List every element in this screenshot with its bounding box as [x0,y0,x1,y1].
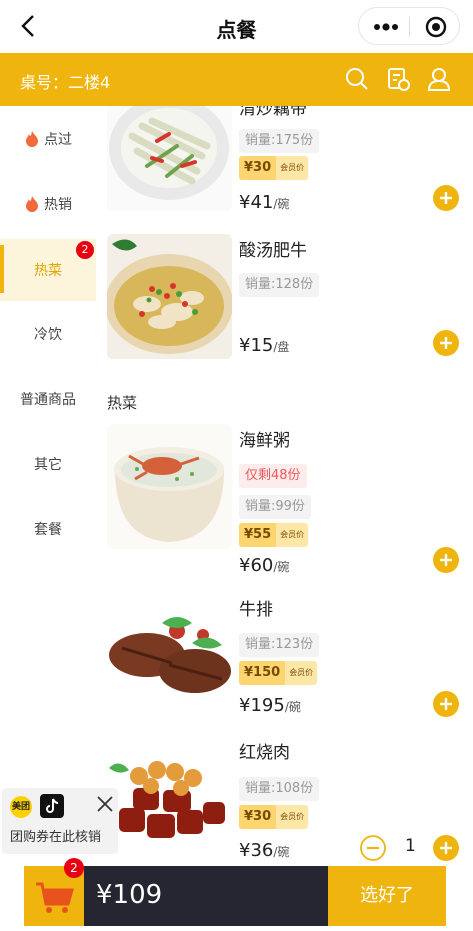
dish-image [107,234,232,359]
category-item-regular[interactable]: 普通商品 [0,369,96,429]
user-icon[interactable] [426,66,452,92]
price-value: ¥60 [239,555,274,576]
cart-button[interactable]: 2 [24,858,84,926]
member-price: ¥30 [239,156,277,180]
price-value: ¥41 [239,192,274,213]
category-item-hot-sale[interactable]: 热销 [0,174,96,234]
fire-icon [26,196,38,212]
category-item-cold-drinks[interactable]: 冷饮 [0,304,96,364]
price-unit: /碗 [273,845,290,859]
member-price-tag: ¥55 会员价 [239,523,309,547]
dish-name: 酸汤肥牛 [239,241,307,261]
member-price-tag: ¥30 会员价 [239,156,309,180]
coupon-text: 团购券在此核销 [10,830,102,845]
category-item-hot-dishes[interactable]: 热菜 2 [0,239,96,301]
dish-list: 清炒藕带 销量:175份 ¥30 会员价 ¥41/碗 酸汤肥牛 销量:128份 … [96,106,473,866]
dish-price: ¥41/碗 [239,192,289,213]
table-number: 桌号：二楼4 [20,73,111,92]
category-item-ordered[interactable]: 点过 [0,109,96,169]
category-label: 点过 [44,132,72,148]
dish-name: 海鲜粥 [239,431,290,451]
close-icon[interactable] [94,793,116,815]
dish-image [107,738,232,863]
dish-price: ¥195/碗 [239,695,301,716]
member-price-tag: ¥150 会员价 [239,661,318,685]
dish-name: 牛排 [239,600,273,620]
member-label: 会员价 [276,805,309,829]
cart-bar: 2 ¥109 选好了 [24,858,446,926]
category-item-other[interactable]: 其它 [0,434,96,494]
category-label: 热销 [44,197,72,213]
member-label: 会员价 [276,156,309,180]
cart-total-panel: ¥109 [84,866,328,926]
dish-name: 红烧肉 [239,743,290,763]
capsule-divider [409,17,410,37]
add-plus-icon[interactable] [433,835,459,861]
member-label: 会员价 [276,523,309,547]
cart-total-amount: ¥109 [96,880,163,910]
add-plus-icon[interactable] [433,691,459,717]
stock-tag: 仅剩48份 [239,464,307,488]
dish-name: 清炒藕带 [239,106,307,119]
sales-tag: 销量:128份 [239,273,320,297]
minus-circle-icon[interactable] [360,835,386,861]
member-price: ¥30 [239,805,277,829]
meituan-logo: 美团 [10,796,32,818]
section-title: 热菜 [107,394,138,412]
close-target-icon[interactable] [417,12,455,42]
member-price: ¥150 [239,661,286,685]
fire-icon [26,131,38,147]
search-icon[interactable] [344,66,370,92]
quantity-value: 1 [405,836,416,856]
add-plus-icon[interactable] [433,547,459,573]
price-unit: /碗 [273,197,290,211]
sales-tag: 销量:108份 [239,777,320,801]
order-list-icon[interactable] [385,66,411,92]
dish-image [107,106,232,211]
sales-tag: 销量:123份 [239,633,320,657]
table-header: 桌号：二楼4 [0,53,473,106]
member-label: 会员价 [285,661,318,685]
category-label: 普通商品 [20,392,76,408]
cart-badge: 2 [64,858,84,878]
add-plus-icon[interactable] [433,330,459,356]
category-item-combo[interactable]: 套餐 [0,499,96,559]
more-dots-icon[interactable] [367,12,405,42]
checkout-button[interactable]: 选好了 [328,866,446,926]
price-value: ¥36 [239,840,274,861]
sales-tag: 销量:99份 [239,495,311,519]
coupon-redeem-box[interactable]: 美团 团购券在此核销 [2,788,118,854]
category-label: 热菜 [34,263,62,279]
price-unit: /碗 [273,560,290,574]
back-arrow-icon[interactable] [16,12,44,40]
sales-tag: 销量:175份 [239,129,320,153]
category-label: 冷饮 [34,327,62,343]
mini-program-capsule [358,7,460,45]
dish-price: ¥36/碗 [239,840,289,861]
dish-image [107,424,232,549]
category-label: 套餐 [34,522,62,538]
dish-image [107,593,232,718]
category-label: 其它 [34,457,62,473]
price-value: ¥15 [239,335,274,356]
price-value: ¥195 [239,695,285,716]
douyin-logo-icon [40,794,64,818]
price-unit: /盘 [273,340,290,354]
price-unit: /碗 [284,700,301,714]
top-nav-bar: 点餐 [0,0,473,53]
category-sidebar: 点过 热销 热菜 2 冷饮 普通商品 其它 套餐 [0,106,96,866]
dish-price: ¥15/盘 [239,335,289,356]
add-plus-icon[interactable] [433,185,459,211]
category-badge: 2 [76,241,94,259]
dish-price: ¥60/碗 [239,555,289,576]
member-price-tag: ¥30 会员价 [239,805,309,829]
member-price: ¥55 [239,523,277,547]
